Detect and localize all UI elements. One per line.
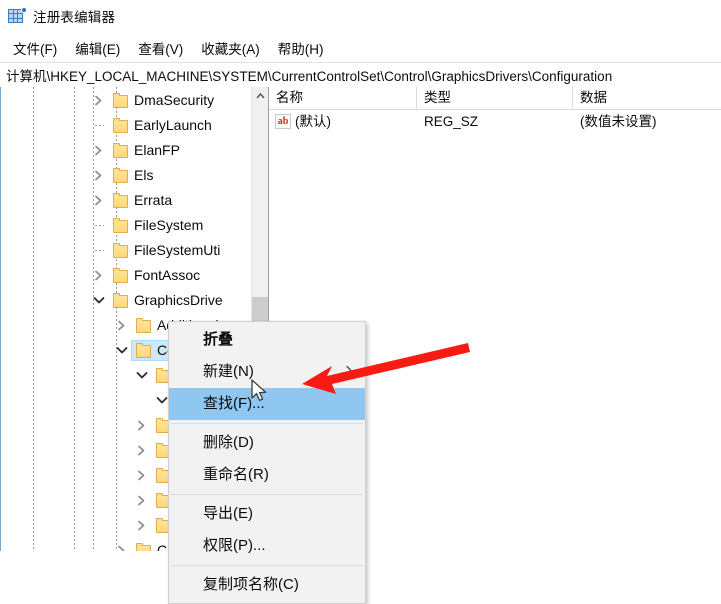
chevron-right-icon[interactable] <box>134 488 150 513</box>
chevron-right-icon[interactable] <box>91 138 107 163</box>
tree-item-filesystemuti[interactable]: FileSystemUti <box>0 238 252 263</box>
chevron-right-icon[interactable] <box>91 188 107 213</box>
menu-item-view[interactable]: 查看(V) <box>129 36 192 60</box>
menu-separator <box>171 494 363 495</box>
chevron-right-icon[interactable] <box>91 88 107 113</box>
tree-item-label: Errata <box>134 192 173 208</box>
chevron-down-icon[interactable] <box>114 338 130 363</box>
context-menu-item-4[interactable]: 删除(D) <box>169 427 365 459</box>
tree-item-label: Els <box>134 167 154 183</box>
folder-icon <box>113 143 128 158</box>
tree-item-label: DmaSecurity <box>134 92 215 108</box>
menu-item-file[interactable]: 文件(F) <box>4 36 66 60</box>
context-menu-item-label: 折叠 <box>203 331 234 348</box>
menu-bar: 文件(F) 编辑(E) 查看(V) 收藏夹(A) 帮助(H) <box>0 36 721 60</box>
menu-separator <box>171 565 363 566</box>
chevron-right-icon[interactable] <box>134 463 150 488</box>
folder-icon <box>113 168 128 183</box>
menu-item-help[interactable]: 帮助(H) <box>269 36 333 60</box>
folder-icon <box>113 118 128 133</box>
context-menu-item-label: 重命名(R) <box>203 466 269 483</box>
chevron-right-icon[interactable] <box>134 513 150 538</box>
tree-item-elanfp[interactable]: ElanFP <box>0 138 252 163</box>
tree-item-label: C <box>157 542 168 551</box>
menu-separator <box>171 423 363 424</box>
window-title: 注册表编辑器 <box>33 10 116 25</box>
registry-editor-icon <box>8 7 27 25</box>
value-list-rows: ab (默认) REG_SZ (数值未设置) <box>269 110 721 134</box>
context-menu-item-7[interactable]: 导出(E) <box>169 498 365 530</box>
context-menu-item-label: 删除(D) <box>203 434 254 451</box>
column-header-data[interactable]: 数据 <box>573 87 721 109</box>
folder-icon <box>136 543 151 551</box>
chevron-right-icon[interactable] <box>114 313 130 338</box>
context-menu-item-label: 复制项名称(C) <box>203 576 299 593</box>
tree-connector <box>91 113 107 138</box>
context-menu-item-label: 权限(P)... <box>203 537 266 554</box>
cell-name: (默认) <box>295 114 331 129</box>
title-bar: 注册表编辑器 <box>0 0 721 32</box>
folder-icon <box>113 193 128 208</box>
folder-icon <box>113 218 128 233</box>
folder-icon <box>113 243 128 258</box>
tree-item-graphicsdrive[interactable]: GraphicsDrive <box>0 288 252 313</box>
tree-item-label: ElanFP <box>134 142 180 158</box>
tree-item-els[interactable]: Els <box>0 163 252 188</box>
context-menu-item-10[interactable]: 复制项名称(C) <box>169 569 365 601</box>
context-menu-item-1[interactable]: 新建(N) <box>169 356 365 388</box>
tree-item-label: FontAssoc <box>134 267 201 283</box>
cell-type: REG_SZ <box>424 114 479 129</box>
tree-item-filesystem[interactable]: FileSystem <box>0 213 252 238</box>
context-menu-item-0[interactable]: 折叠 <box>169 324 365 356</box>
tree-item-label: EarlyLaunch <box>134 117 212 133</box>
chevron-right-icon[interactable] <box>134 413 150 438</box>
chevron-right-icon[interactable] <box>134 438 150 463</box>
tree-item-fontassoc[interactable]: FontAssoc <box>0 263 252 288</box>
context-menu[interactable]: 折叠新建(N) 查找(F)... 删除(D) 重命名(R) 导出(E) 权限(P)... 复… <box>168 321 366 604</box>
chevron-right-icon[interactable] <box>91 263 107 288</box>
context-menu-item-8[interactable]: 权限(P)... <box>169 530 365 562</box>
context-menu-item-label: 新建(N) <box>203 363 254 380</box>
folder-icon <box>136 318 151 333</box>
folder-icon <box>113 268 128 283</box>
context-menu-item-label: 查找(F)... <box>203 395 265 412</box>
column-header-type[interactable]: 类型 <box>417 87 573 109</box>
context-menu-item-5[interactable]: 重命名(R) <box>169 459 365 491</box>
tree-item-label: FileSystemUti <box>134 242 221 258</box>
table-row[interactable]: ab (默认) REG_SZ (数值未设置) <box>269 110 721 134</box>
address-bar[interactable]: 计算机\HKEY_LOCAL_MACHINE\SYSTEM\CurrentCon… <box>0 62 721 88</box>
folder-icon <box>113 293 128 308</box>
chevron-right-icon[interactable] <box>91 163 107 188</box>
context-menu-item-label: 导出(E) <box>203 505 253 522</box>
chevron-right-icon <box>345 356 353 388</box>
tree-item-dmasecurity[interactable]: DmaSecurity <box>0 88 252 113</box>
chevron-right-icon[interactable] <box>114 538 130 551</box>
tree-connector <box>91 213 107 238</box>
registry-path: 计算机\HKEY_LOCAL_MACHINE\SYSTEM\CurrentCon… <box>6 69 613 84</box>
tree-item-label: FileSystem <box>134 217 204 233</box>
tree-item-label: GraphicsDrive <box>134 292 223 308</box>
tree-connector <box>91 238 107 263</box>
folder-icon <box>136 343 151 358</box>
cell-data: (数值未设置) <box>580 114 657 129</box>
chevron-down-icon[interactable] <box>91 288 107 313</box>
value-list-header: 名称 类型 数据 <box>269 87 721 110</box>
menu-item-edit[interactable]: 编辑(E) <box>66 36 129 60</box>
chevron-down-icon[interactable] <box>134 363 150 388</box>
menu-item-favorites[interactable]: 收藏夹(A) <box>192 36 269 60</box>
scroll-up-arrow[interactable] <box>252 87 268 104</box>
tree-item-errata[interactable]: Errata <box>0 188 252 213</box>
folder-icon <box>113 93 128 108</box>
context-menu-item-2[interactable]: 查找(F)... <box>169 388 365 420</box>
column-header-name[interactable]: 名称 <box>269 87 417 109</box>
tree-item-earlylaunch[interactable]: EarlyLaunch <box>0 113 252 138</box>
